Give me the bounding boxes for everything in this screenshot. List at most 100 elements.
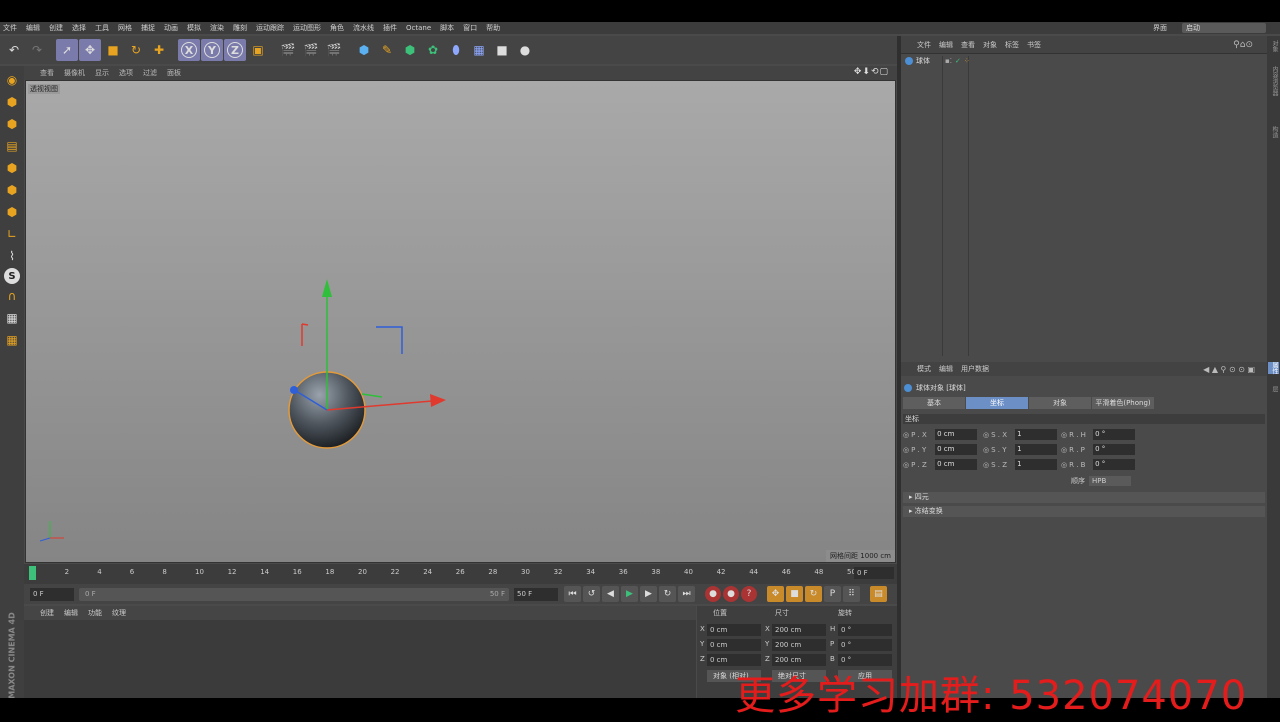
object-name[interactable]: 球体: [916, 56, 942, 66]
anim-dot-icon[interactable]: ◎: [1061, 431, 1067, 439]
key-scale-icon[interactable]: ■: [786, 586, 803, 602]
side-tab-structure[interactable]: 构造: [1268, 126, 1279, 138]
axis-mode-icon[interactable]: ∟: [2, 224, 22, 244]
tag-icon[interactable]: ⁘: [964, 57, 970, 65]
play-icon[interactable]: ▶: [621, 586, 638, 602]
param-sx-field[interactable]: 1: [1015, 429, 1058, 440]
viewport-menu-display[interactable]: 显示: [95, 68, 109, 78]
layout-select[interactable]: 启动: [1182, 23, 1266, 33]
menu-animate[interactable]: 动画: [164, 23, 178, 33]
camera-icon[interactable]: ■: [491, 39, 513, 61]
anim-dot-icon[interactable]: ◎: [903, 461, 909, 469]
playhead-marker[interactable]: [29, 566, 36, 580]
tab-phong[interactable]: 平滑着色(Phong): [1092, 397, 1154, 409]
viewport-menu-filter[interactable]: 过滤: [143, 68, 157, 78]
param-rh-field[interactable]: 0 °: [1093, 429, 1136, 440]
move-icon[interactable]: ✥: [79, 39, 101, 61]
workplane-icon[interactable]: ▤: [2, 136, 22, 156]
anim-dot-icon[interactable]: ◎: [903, 431, 909, 439]
edges-mode-icon[interactable]: ⬢: [2, 180, 22, 200]
timeline-window-icon[interactable]: ▤: [870, 586, 887, 602]
attr-nav-icons[interactable]: ◀ ▲ ⚲ ⊙ ⊙ ▣: [1203, 365, 1255, 374]
magnet-icon[interactable]: ∩: [2, 286, 22, 306]
group-quaternion[interactable]: ▸ 四元: [903, 492, 1265, 503]
object-menu-file[interactable]: 文件: [917, 40, 931, 50]
polygons-mode-icon[interactable]: ⬢: [2, 202, 22, 222]
keyframe-selection-icon[interactable]: ?: [741, 586, 757, 602]
x-axis-arrow[interactable]: [430, 394, 446, 407]
start-frame-field[interactable]: 0 F: [30, 588, 74, 601]
scale-icon[interactable]: ■: [102, 39, 124, 61]
subdivide-icon[interactable]: ⬢: [399, 39, 421, 61]
z-axis-knob[interactable]: [290, 386, 298, 394]
pen-icon[interactable]: ✎: [376, 39, 398, 61]
object-menu-view[interactable]: 查看: [961, 40, 975, 50]
coord-system-icon[interactable]: ▣: [247, 39, 269, 61]
menu-sculpt[interactable]: 雕刻: [233, 23, 247, 33]
model-mode-icon[interactable]: ⬢: [2, 92, 22, 112]
size-x-field[interactable]: 200 cm: [772, 624, 826, 636]
material-menu-texture[interactable]: 纹理: [112, 608, 126, 618]
menu-file[interactable]: 文件: [3, 23, 17, 33]
object-row-sphere[interactable]: 球体 ▪⁚ ✓ ⁘: [905, 56, 970, 66]
order-select[interactable]: HPB: [1089, 476, 1131, 486]
param-py-field[interactable]: 0 cm: [935, 444, 978, 455]
object-menu-tags[interactable]: 标签: [1005, 40, 1019, 50]
object-menu-bookmarks[interactable]: 书签: [1027, 40, 1041, 50]
side-tab-attributes[interactable]: 属性: [1268, 362, 1279, 374]
viewport-menu-camera[interactable]: 摄像机: [64, 68, 85, 78]
menu-create[interactable]: 创建: [49, 23, 63, 33]
key-position-icon[interactable]: ✥: [767, 586, 784, 602]
anim-dot-icon[interactable]: ◎: [983, 461, 989, 469]
visibility-dots-icon[interactable]: ▪⁚: [945, 57, 952, 65]
menu-tools[interactable]: 工具: [95, 23, 109, 33]
menu-help[interactable]: 帮助: [486, 23, 500, 33]
material-menu-function[interactable]: 功能: [88, 608, 102, 618]
position-y-field[interactable]: 0 cm: [707, 639, 761, 651]
viewport-menu-panel[interactable]: 面板: [167, 68, 181, 78]
lock-workplane-icon[interactable]: ▦: [2, 308, 22, 328]
prev-frame-icon[interactable]: ◀: [602, 586, 619, 602]
cube-icon[interactable]: ⬢: [353, 39, 375, 61]
points-mode-icon[interactable]: ⬢: [2, 158, 22, 178]
go-end-icon[interactable]: ⏭: [678, 586, 695, 602]
x-axis-icon[interactable]: X: [178, 39, 200, 61]
menu-edit[interactable]: 编辑: [26, 23, 40, 33]
rotation-h-field[interactable]: 0 °: [838, 624, 892, 636]
side-tab-objects[interactable]: 对象: [1268, 40, 1279, 52]
rotation-b-field[interactable]: 0 °: [838, 654, 892, 666]
menu-script[interactable]: 脚本: [440, 23, 454, 33]
timeline-ruler[interactable]: 0246810121416182022242628303234363840424…: [24, 564, 897, 584]
anim-dot-icon[interactable]: ◎: [983, 431, 989, 439]
grid-workplane-icon[interactable]: ▦: [2, 330, 22, 350]
render-settings-icon[interactable]: 🎬: [323, 39, 345, 61]
param-rp-field[interactable]: 0 °: [1093, 444, 1136, 455]
param-sz-field[interactable]: 1: [1015, 459, 1058, 470]
viewport-menu-options[interactable]: 选项: [119, 68, 133, 78]
size-y-field[interactable]: 200 cm: [772, 639, 826, 651]
anim-dot-icon[interactable]: ◎: [1061, 461, 1067, 469]
menu-pipeline[interactable]: 流水线: [353, 23, 374, 33]
texture-mode-icon[interactable]: ⬢: [2, 114, 22, 134]
render-pv-icon[interactable]: 🎬: [300, 39, 322, 61]
menu-mesh[interactable]: 网格: [118, 23, 132, 33]
attr-menu-edit[interactable]: 编辑: [939, 364, 953, 374]
y-axis-arrow[interactable]: [322, 279, 332, 297]
object-menu-objects[interactable]: 对象: [983, 40, 997, 50]
position-z-field[interactable]: 0 cm: [707, 654, 761, 666]
menu-mograph[interactable]: 运动图形: [293, 23, 321, 33]
menu-snap[interactable]: 捕捉: [141, 23, 155, 33]
preview-range-slider[interactable]: 0 F 50 F: [79, 588, 509, 601]
current-frame-field[interactable]: 0 F: [854, 567, 894, 579]
redo-icon[interactable]: ↷: [26, 39, 48, 61]
record-icon[interactable]: ●: [705, 586, 721, 602]
key-param-icon[interactable]: P: [824, 586, 841, 602]
param-px-field[interactable]: 0 cm: [935, 429, 978, 440]
material-menu-create[interactable]: 创建: [40, 608, 54, 618]
autokey-icon[interactable]: ●: [723, 586, 739, 602]
object-menu-edit[interactable]: 编辑: [939, 40, 953, 50]
side-tab-layers[interactable]: 层: [1268, 386, 1279, 392]
light-icon[interactable]: ●: [514, 39, 536, 61]
param-sy-field[interactable]: 1: [1015, 444, 1058, 455]
make-editable-icon[interactable]: ◉: [2, 70, 22, 90]
